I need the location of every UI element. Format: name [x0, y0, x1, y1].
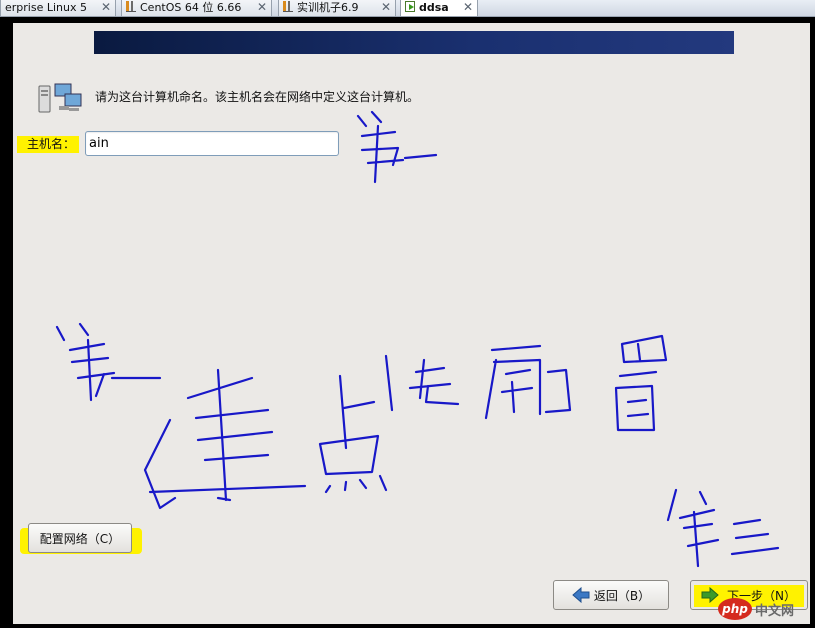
watermark-text: 中文网 — [755, 603, 795, 619]
vm-tab[interactable]: CentOS 64 位 6.66 ✕ — [121, 0, 272, 17]
vm-frame — [0, 624, 815, 628]
next-arrow-icon — [701, 587, 719, 603]
vm-frame — [810, 17, 815, 628]
hostname-label: 主机名： — [17, 136, 80, 153]
hostname-input[interactable] — [85, 131, 339, 156]
back-arrow-icon — [572, 587, 590, 603]
back-button[interactable]: 返回（B） — [553, 580, 669, 610]
vm-tab-label: ddsa — [419, 1, 449, 14]
vm-tab-label: erprise Linux 5 — [5, 1, 87, 14]
vm-tab-strip: erprise Linux 5 ✕ CentOS 64 位 6.66 ✕ 实训机… — [0, 0, 815, 17]
vm-tab[interactable]: 实训机子6.9 ✕ — [278, 0, 396, 17]
vm-icon — [283, 1, 293, 12]
php-logo: php — [718, 598, 752, 620]
network-computer-icon — [38, 83, 82, 113]
vm-tab-label: 实训机子6.9 — [297, 1, 359, 14]
vm-tab[interactable]: erprise Linux 5 ✕ — [0, 0, 116, 17]
vm-tab-label: CentOS 64 位 6.66 — [140, 1, 242, 14]
vm-frame — [0, 17, 815, 23]
close-icon[interactable]: ✕ — [101, 0, 111, 15]
vm-tab-active[interactable]: ddsa ✕ — [400, 0, 478, 17]
instruction-text: 请为这台计算机命名。该主机名会在网络中定义这台计算机。 — [95, 90, 420, 104]
back-button-label: 返回（B） — [593, 588, 651, 603]
close-icon[interactable]: ✕ — [463, 0, 473, 15]
close-icon[interactable]: ✕ — [257, 0, 267, 15]
site-watermark: php 中文网 — [718, 596, 810, 622]
close-icon[interactable]: ✕ — [381, 0, 391, 15]
vm-icon — [126, 1, 136, 12]
installer-banner — [94, 31, 734, 54]
configure-network-button[interactable]: 配置网络（C） — [28, 523, 132, 553]
vm-frame — [0, 17, 13, 628]
vm-running-icon — [405, 1, 415, 12]
